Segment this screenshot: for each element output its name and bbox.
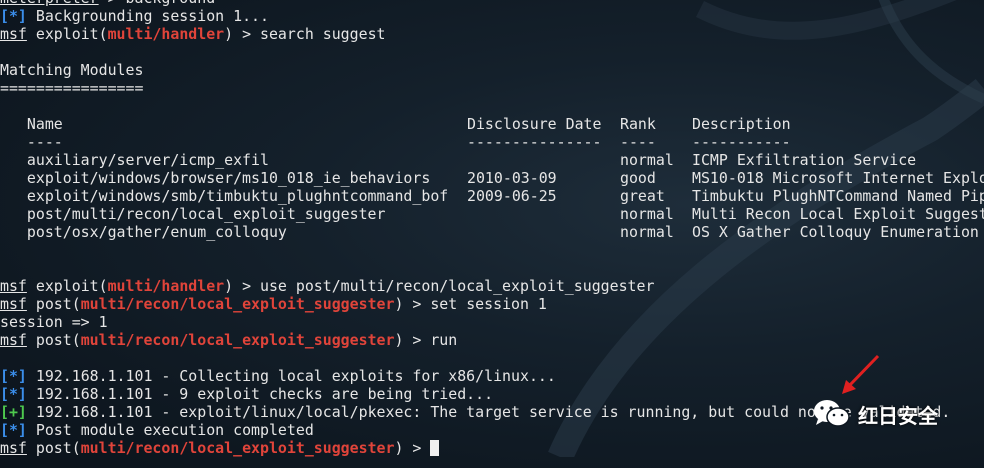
table-cell: Description xyxy=(692,115,791,133)
status-tag: [*] xyxy=(0,367,27,385)
terminal-line: msf post(multi/recon/local_exploit_sugge… xyxy=(0,295,950,313)
table-cell: Rank xyxy=(620,115,656,133)
terminal-line: session => 1 xyxy=(0,313,950,331)
prompt-label: msf xyxy=(0,277,27,295)
terminal-line: [*] 192.168.1.101 - Collecting local exp… xyxy=(0,367,950,385)
prompt-label: msf xyxy=(0,331,27,349)
terminal-line: [*] Backgrounding session 1... xyxy=(0,7,950,25)
terminal-line: auxiliary/server/icmp_exfil normal ICMP Ex… xyxy=(0,151,950,169)
wechat-icon xyxy=(814,400,850,427)
terminal-line: ================ xyxy=(0,79,950,97)
table-cell: Multi Recon Local Exploit Suggest xyxy=(692,205,984,223)
table-cell: normal xyxy=(620,205,674,223)
terminal-line: [*] Post module execution completed xyxy=(0,421,950,439)
prompt-prefix: post( xyxy=(26,331,81,349)
table-cell: post/multi/recon/local_exploit_suggester xyxy=(0,205,386,223)
terminal-line: msf post(multi/recon/local_exploit_sugge… xyxy=(0,331,950,349)
terminal-line: meterpreter > background xyxy=(0,0,950,7)
table-cell: exploit/windows/browser/ms10_018_ie_beha… xyxy=(0,169,431,187)
table-cell: ----------- xyxy=(692,133,791,151)
table-cell: ---- xyxy=(0,133,63,151)
terminal-line: Name Disclosure Date Rank Description xyxy=(0,115,950,133)
terminal-line: msf post(multi/recon/local_exploit_sugge… xyxy=(0,439,950,457)
terminal-line: msf exploit(multi/handler) > search sugg… xyxy=(0,25,950,43)
line-text: session => 1 xyxy=(0,313,108,331)
red-arrow-annotation xyxy=(842,354,880,394)
terminal-line: [+] 192.168.1.101 - exploit/linux/local/… xyxy=(0,403,950,421)
prompt-prefix: post( xyxy=(26,295,81,313)
table-cell: post/osx/gather/enum_colloquy xyxy=(0,223,287,241)
table-cell: exploit/windows/smb/timbuktu_plughntcomm… xyxy=(0,187,449,205)
terminal-window[interactable]: meterpreter > background[*] Backgroundin… xyxy=(0,0,984,468)
command-text: ) > xyxy=(394,439,431,457)
prompt-label: msf xyxy=(0,25,27,43)
line-text: Post module execution completed xyxy=(26,421,314,439)
line-text: 192.168.1.101 - 9 exploit checks are bei… xyxy=(26,385,494,403)
watermark: 红日安全 xyxy=(812,396,938,432)
status-tag: [*] xyxy=(0,385,27,403)
command-text: ) > set session 1 xyxy=(394,295,547,313)
table-cell: MS10-018 Microsoft Internet Explo xyxy=(692,169,984,187)
terminal-line: exploit/windows/browser/ms10_018_ie_beha… xyxy=(0,169,984,187)
prompt-prefix: exploit( xyxy=(26,277,108,295)
table-cell: ICMP Exfiltration Service xyxy=(692,151,917,169)
terminal-line: exploit/windows/smb/timbuktu_plughntcomm… xyxy=(0,187,984,205)
terminal-line: Matching Modules xyxy=(0,61,950,79)
module-name: multi/recon/local_exploit_suggester xyxy=(80,331,395,349)
terminal-line: post/osx/gather/enum_colloquy normal OS X … xyxy=(0,223,979,241)
prompt-prefix: exploit( xyxy=(26,25,108,43)
module-name: multi/handler xyxy=(107,277,225,295)
table-cell: ---- xyxy=(620,133,656,151)
status-tag: [+] xyxy=(0,403,27,421)
terminal-output: meterpreter > background[*] Backgroundin… xyxy=(0,0,984,457)
line-text: 192.168.1.101 - Collecting local exploit… xyxy=(26,367,556,385)
command-text: ) > use post/multi/recon/local_exploit_s… xyxy=(224,277,655,295)
table-cell: OS X Gather Colloquy Enumeration xyxy=(692,223,979,241)
text-cursor[interactable] xyxy=(430,440,440,456)
table-cell: normal xyxy=(620,151,674,169)
command-text: ) > run xyxy=(394,331,458,349)
command-text: ) > search suggest xyxy=(224,25,386,43)
status-tag: [*] xyxy=(0,421,27,439)
table-cell: great xyxy=(620,187,665,205)
prompt-prefix: post( xyxy=(26,439,81,457)
table-cell: 2010-03-09 xyxy=(467,169,557,187)
table-cell: auxiliary/server/icmp_exfil xyxy=(0,151,269,169)
line-text: Matching Modules xyxy=(0,61,144,79)
table-cell: 2009-06-25 xyxy=(467,187,557,205)
terminal-line: post/multi/recon/local_exploit_suggester… xyxy=(0,205,984,223)
module-name: multi/handler xyxy=(107,25,225,43)
table-cell: good xyxy=(620,169,656,187)
status-tag: [*] xyxy=(0,7,27,25)
terminal-line: ---- --------------- ---- ----------- xyxy=(0,133,950,151)
module-name: multi/recon/local_exploit_suggester xyxy=(80,295,395,313)
line-text: ================ xyxy=(0,79,144,97)
prompt-label: msf xyxy=(0,295,27,313)
terminal-line: msf exploit(multi/handler) > use post/mu… xyxy=(0,277,950,295)
table-cell: normal xyxy=(620,223,674,241)
table-cell: --------------- xyxy=(467,133,602,151)
line-text: Backgrounding session 1... xyxy=(26,7,269,25)
watermark-text: 红日安全 xyxy=(858,403,938,428)
table-cell: Disclosure Date xyxy=(467,115,602,133)
prompt-label: meterpreter xyxy=(0,0,99,7)
prompt-label: msf xyxy=(0,439,27,457)
table-cell: Name xyxy=(0,115,63,133)
module-name: multi/recon/local_exploit_suggester xyxy=(80,439,395,457)
line-text: > background xyxy=(99,0,216,7)
table-cell: Timbuktu PlughNTCommand Named Pip xyxy=(692,187,984,205)
terminal-line: [*] 192.168.1.101 - 9 exploit checks are… xyxy=(0,385,950,403)
